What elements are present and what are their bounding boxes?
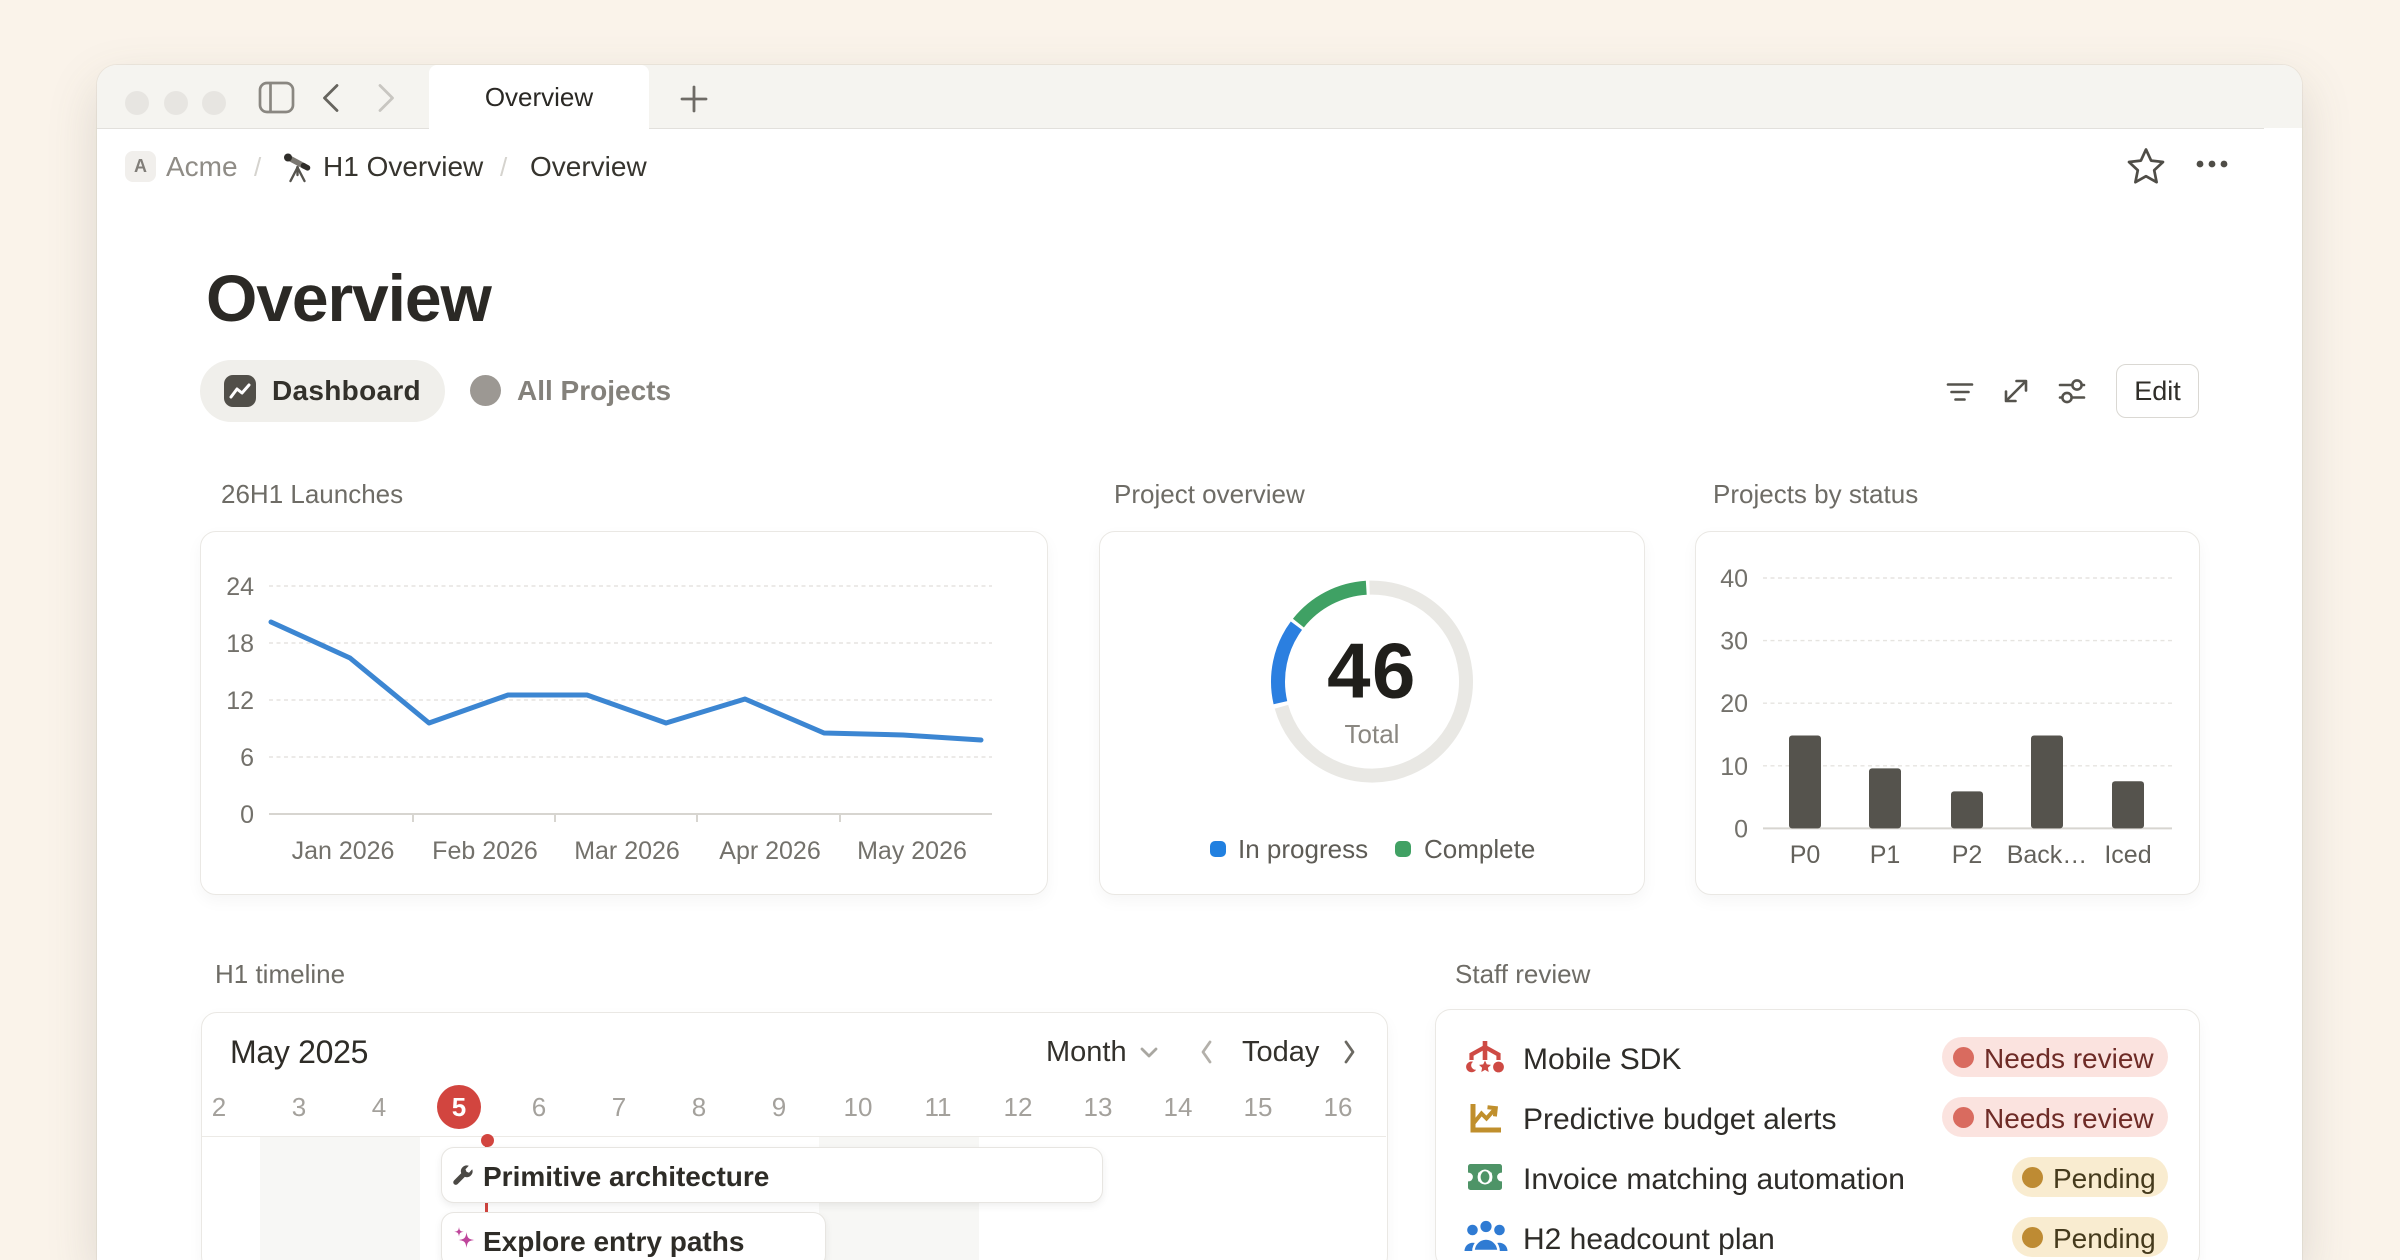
svg-text:May 2026: May 2026 [857,837,967,865]
svg-text:Total: Total [1345,719,1400,749]
svg-text:Complete: Complete [1424,834,1535,864]
svg-text:10: 10 [1720,753,1748,781]
svg-text:6: 6 [240,744,254,772]
svg-text:18: 18 [226,630,254,658]
svg-text:P0: P0 [1790,841,1821,869]
svg-text:P2: P2 [1952,841,1983,869]
svg-text:Back…: Back… [2007,841,2088,869]
svg-text:46: 46 [1327,627,1417,715]
svg-text:20: 20 [1720,690,1748,718]
svg-text:Apr 2026: Apr 2026 [719,837,820,865]
svg-text:Jan 2026: Jan 2026 [292,837,395,865]
svg-text:40: 40 [1720,565,1748,593]
svg-text:12: 12 [226,687,254,715]
svg-text:Mar 2026: Mar 2026 [574,837,680,865]
svg-text:Iced: Iced [2104,841,2151,869]
svg-text:P1: P1 [1870,841,1901,869]
svg-text:In progress: In progress [1238,834,1368,864]
svg-text:24: 24 [226,573,254,601]
svg-text:0: 0 [240,801,254,829]
svg-text:0: 0 [1734,815,1748,843]
svg-text:30: 30 [1720,628,1748,656]
svg-text:Feb 2026: Feb 2026 [432,837,538,865]
